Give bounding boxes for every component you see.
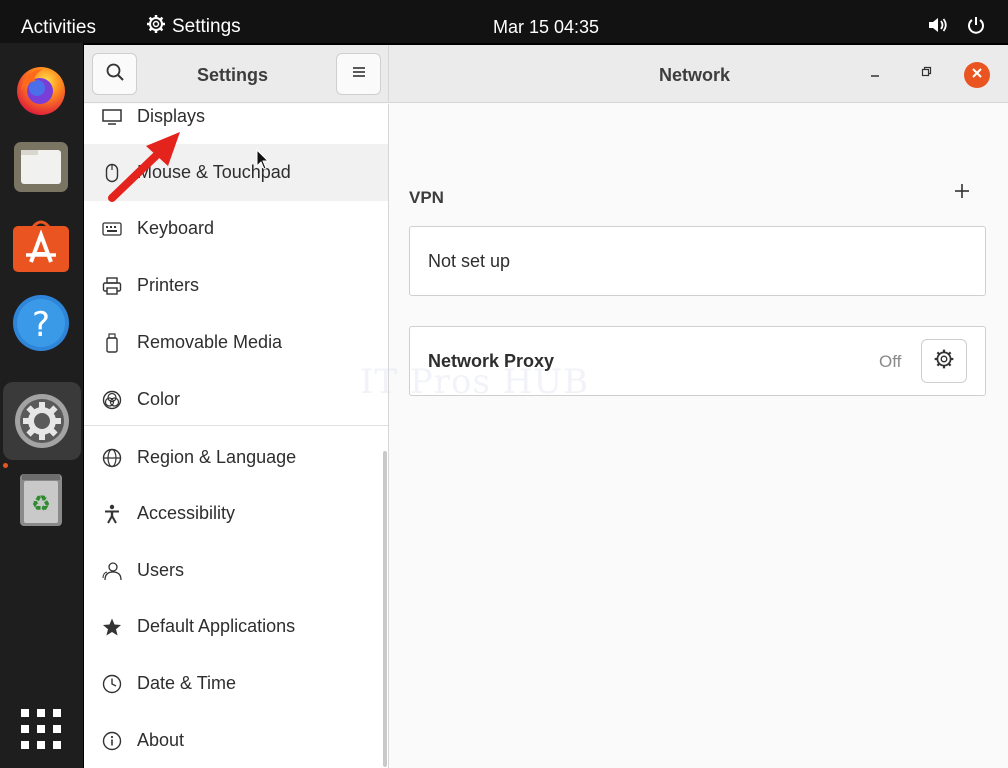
sidebar-title: Settings [197,65,269,85]
search-icon [105,62,125,87]
printer-icon [101,275,123,297]
sidebar-item-label: Region & Language [137,447,297,467]
sidebar-item-users[interactable]: Users [84,542,388,599]
volume-icon [928,16,948,39]
sidebar-item-color[interactable]: Color [84,371,388,428]
hamburger-icon [351,65,367,84]
vpn-section-title: VPN [409,188,444,207]
sidebar-item-label: Removable Media [137,332,283,352]
keyboard-icon [101,218,123,240]
sidebar-item-date-time[interactable]: Date & Time [84,655,388,712]
annotation-arrow-icon [108,132,180,202]
running-indicator [3,463,8,468]
clock[interactable]: Mar 15 04:35 [0,17,1008,38]
system-menu[interactable] [928,15,986,40]
color-icon [101,389,123,411]
users-icon [101,560,123,582]
page-title: Network [659,65,731,85]
sidebar-item-label: Color [137,389,181,409]
plus-icon [954,183,970,204]
sidebar-item-label: Default Applications [137,616,296,636]
sidebar-item-printers[interactable]: Printers [84,257,388,314]
trash-icon[interactable]: ♻ [13,471,69,527]
sidebar-separator [84,425,388,426]
sidebar-item-label: Date & Time [137,673,237,693]
files-icon[interactable] [13,139,69,195]
search-button[interactable] [92,53,137,95]
svg-text:♻: ♻ [31,492,51,517]
settings-icon[interactable] [3,382,81,460]
close-button[interactable] [964,62,990,88]
sidebar-scrollbar[interactable] [383,451,387,767]
maximize-button[interactable] [914,62,938,86]
removable-media-icon [101,332,123,354]
add-vpn-button[interactable] [951,182,973,204]
dock: ? ♻ [0,43,83,768]
clock-icon [101,673,123,695]
restore-icon [920,65,932,83]
proxy-settings-button[interactable] [921,339,967,383]
mouse-cursor-icon [256,149,270,170]
sidebar-item-label: Printers [137,275,200,295]
sidebar-item-label: Users [137,560,185,580]
sidebar-item-default-applications[interactable]: Default Applications [84,598,388,655]
globe-icon [101,447,123,469]
accessibility-icon [101,503,123,525]
star-icon [101,616,123,638]
watermark: IT Pros HUB [360,362,590,402]
top-bar: Activities Settings Mar 15 04:35 [0,0,1008,43]
sidebar-item-label: Accessibility [137,503,236,523]
sidebar-item-label: Keyboard [137,218,215,238]
close-icon [971,66,983,84]
minimize-button[interactable] [863,62,887,86]
content-header: Network [389,45,1008,103]
vpn-card: Not set up [409,226,986,296]
sidebar-item-removable-media[interactable]: Removable Media [84,314,388,371]
svg-text:?: ? [32,305,50,345]
vpn-status-text: Not set up [428,251,511,271]
sidebar-header: Settings [84,45,389,103]
minimize-icon [869,65,881,83]
show-applications-icon[interactable] [13,701,69,757]
proxy-status: Off [879,352,902,371]
sidebar-item-label: About [137,730,185,750]
sidebar-item-accessibility[interactable]: Accessibility [84,485,388,542]
software-icon[interactable] [13,217,69,273]
gear-icon [933,348,955,375]
menu-button[interactable] [336,53,381,95]
help-icon[interactable]: ? [13,295,69,351]
settings-window: Settings Network Displays Mouse & Touchp… [84,45,1008,768]
power-icon [966,15,986,40]
network-panel: VPN Not set up Network Proxy Off [390,104,1008,768]
sidebar-item-region-language[interactable]: Region & Language [84,429,388,486]
info-icon [101,730,123,752]
sidebar-item-about[interactable]: About [84,712,388,768]
firefox-icon[interactable] [13,61,69,117]
